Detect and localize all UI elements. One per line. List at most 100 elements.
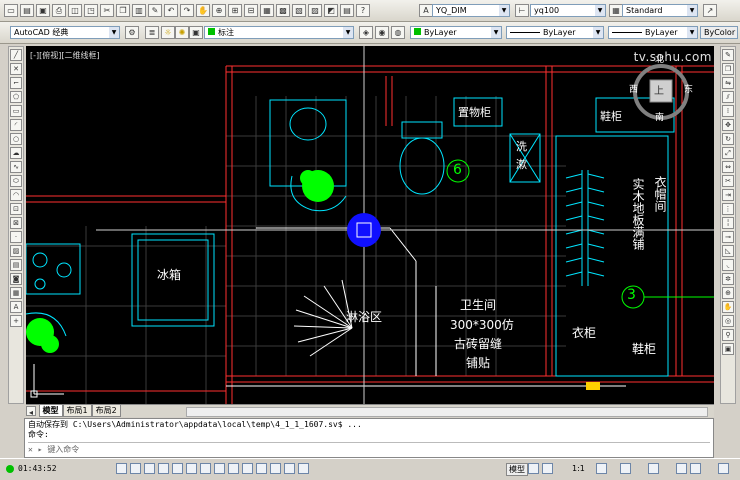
spline-icon[interactable]: ∿ [10, 161, 22, 173]
mirror-icon[interactable]: ⇋ [722, 77, 734, 89]
dimstyle-select[interactable]: YQ_DIM ▼ [432, 4, 510, 17]
multileader-icon[interactable]: ↗ [703, 4, 717, 17]
status-space[interactable]: 模型 [506, 463, 528, 476]
workspace-switch-button[interactable] [620, 463, 631, 474]
copy-icon[interactable]: ❐ [116, 4, 130, 17]
move-icon[interactable]: ✥ [722, 119, 734, 131]
redo-icon[interactable]: ↷ [180, 4, 194, 17]
break-point-icon[interactable]: ⋮ [722, 203, 734, 215]
close-icon[interactable]: ✕ [28, 445, 33, 454]
extend-icon[interactable]: ⇥ [722, 189, 734, 201]
markup-icon[interactable]: ◩ [324, 4, 338, 17]
array-icon[interactable]: ⁞ [722, 105, 734, 117]
ellipse-arc-icon[interactable]: ◠ [10, 189, 22, 201]
tab-layout1[interactable]: 布局1 [62, 405, 92, 417]
save-icon[interactable]: ▣ [36, 4, 50, 17]
erase-icon[interactable]: ✎ [722, 49, 734, 61]
selection-cycling-button[interactable] [298, 463, 309, 474]
table-icon[interactable]: ▦ [10, 287, 22, 299]
plotstyle-select[interactable]: ByColor [700, 26, 738, 39]
cut-icon[interactable]: ✂ [100, 4, 114, 17]
region-icon[interactable]: ◙ [10, 273, 22, 285]
quick-properties-button[interactable] [284, 463, 295, 474]
isolate-objects-button[interactable] [690, 463, 701, 474]
object-snap-button[interactable] [186, 463, 197, 474]
quick-view-layouts-button[interactable] [528, 463, 539, 474]
layer-previous-icon[interactable]: ◉ [375, 26, 389, 39]
point-icon[interactable]: · [10, 231, 22, 243]
publish-icon[interactable]: ◳ [84, 4, 98, 17]
walk-icon[interactable]: ⚲ [722, 329, 734, 341]
orbit-icon[interactable]: ◎ [722, 315, 734, 327]
rotate-icon[interactable]: ↻ [722, 133, 734, 145]
open-icon[interactable]: ▤ [20, 4, 34, 17]
design-center-icon[interactable]: ▩ [276, 4, 290, 17]
sun-icon[interactable]: ✺ [175, 26, 189, 39]
tab-nav-first-icon[interactable]: ◂ [26, 405, 36, 417]
zoom-side-icon[interactable]: ⊕ [722, 287, 734, 299]
grip-marker[interactable] [586, 382, 600, 390]
annotation-visibility-button[interactable] [596, 463, 607, 474]
calc-icon[interactable]: ▤ [340, 4, 354, 17]
arc-icon[interactable]: ◜ [10, 119, 22, 131]
color-select[interactable]: ByLayer ▼ [410, 26, 502, 39]
tab-model[interactable]: 模型 [38, 405, 63, 417]
dynamic-ucs-button[interactable] [228, 463, 239, 474]
hatch-icon[interactable]: ▨ [10, 245, 22, 257]
lineweight-select[interactable]: ByLayer ▼ [608, 26, 698, 39]
properties-icon[interactable]: ▦ [260, 4, 274, 17]
tablestyle-select[interactable]: Standard ▼ [622, 4, 698, 17]
preview-icon[interactable]: ◫ [68, 4, 82, 17]
stretch-icon[interactable]: ⇔ [722, 161, 734, 173]
layer-state-icon[interactable]: ◍ [391, 26, 405, 39]
print-icon[interactable]: ⎙ [52, 4, 66, 17]
textstyle-select[interactable]: yq100 ▼ [530, 4, 606, 17]
zoom-window-icon[interactable]: ⊞ [228, 4, 242, 17]
layer-manager-icon[interactable]: ≣ [145, 26, 159, 39]
lineweight-button[interactable] [256, 463, 267, 474]
view-icon[interactable]: ▣ [722, 343, 734, 355]
workspace-settings-icon[interactable]: ⚙ [125, 26, 139, 39]
new-icon[interactable]: ▭ [4, 4, 18, 17]
mtext-icon[interactable]: A [10, 301, 22, 313]
snap-mode-button[interactable] [130, 463, 141, 474]
copy-object-icon[interactable]: ❐ [722, 63, 734, 75]
viewport-label[interactable]: [-][俯视][二维线框] [30, 50, 100, 61]
trim-icon[interactable]: ✂ [722, 175, 734, 187]
rectangle-icon[interactable]: ▭ [10, 105, 22, 117]
chamfer-icon[interactable]: ◺ [722, 245, 734, 257]
circle-icon[interactable]: ○ [10, 133, 22, 145]
fillet-icon[interactable]: ◟ [722, 259, 734, 271]
lightbulb-icon[interactable]: ☼ [161, 26, 175, 39]
annotation-scale[interactable]: 1:1 [572, 464, 585, 473]
zoom-icon[interactable]: ⊕ [212, 4, 226, 17]
transparency-button[interactable] [270, 463, 281, 474]
make-current-icon[interactable]: ◈ [359, 26, 373, 39]
workspace-select[interactable]: AutoCAD 经典 ▼ [10, 26, 120, 39]
drawing-canvas[interactable]: [-][俯视][二维线框] tv.sohu.com 北 西 东 南 上 置物柜 … [26, 46, 714, 404]
break-icon[interactable]: ╎ [722, 217, 734, 229]
polyline-icon[interactable]: ⌐ [10, 77, 22, 89]
undo-icon[interactable]: ↶ [164, 4, 178, 17]
hardware-accel-button[interactable] [676, 463, 687, 474]
layer-select[interactable]: 标注 ▼ [204, 26, 354, 39]
scale-icon[interactable]: ⤢ [722, 147, 734, 159]
explode-icon[interactable]: ✲ [722, 273, 734, 285]
lock-icon[interactable]: ▣ [189, 26, 203, 39]
gradient-icon[interactable]: ▤ [10, 259, 22, 271]
linetype-select[interactable]: ByLayer ▼ [506, 26, 604, 39]
polygon-icon[interactable]: ⬠ [10, 91, 22, 103]
text-style-icon[interactable]: A [419, 4, 433, 17]
ortho-mode-button[interactable] [158, 463, 169, 474]
revcloud-icon[interactable]: ☁ [10, 147, 22, 159]
make-block-icon[interactable]: ⊠ [10, 217, 22, 229]
insert-block-icon[interactable]: ⊡ [10, 203, 22, 215]
3d-osnap-button[interactable] [200, 463, 211, 474]
tool-palette-icon[interactable]: ▧ [292, 4, 306, 17]
infer-constraints-button[interactable] [116, 463, 127, 474]
quick-view-drawings-button[interactable] [542, 463, 553, 474]
join-icon[interactable]: ⊸ [722, 231, 734, 243]
pan-side-icon[interactable]: ✋ [722, 301, 734, 313]
object-snap-tracking-button[interactable] [214, 463, 225, 474]
table-style-icon[interactable]: ▦ [609, 4, 623, 17]
